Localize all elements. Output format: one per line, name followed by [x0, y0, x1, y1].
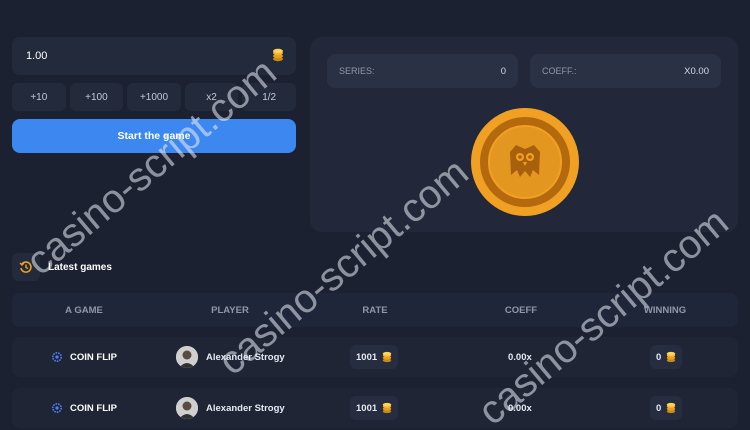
col-rate: RATE [362, 304, 388, 316]
game-name: COIN FLIP [70, 351, 117, 363]
quick-bet-buttons: +10 +100 +1000 x2 1/2 [12, 83, 296, 111]
bet-amount-input[interactable] [26, 50, 226, 62]
game-type-icon [52, 352, 62, 362]
player-cell: Alexander Strogy [176, 337, 285, 377]
history-icon [12, 253, 40, 281]
winning-cell: 0 [650, 337, 683, 377]
table-row: COIN FLIP Alexander Strogy 1001 0.00x 0 [12, 337, 738, 377]
history-table-header: A GAME PLAYER RATE COEFF WINNING [12, 293, 738, 327]
coeff-cell: 0.00x [508, 402, 532, 414]
col-coeff: COEFF [504, 304, 538, 316]
latest-games-header: Latest games [12, 253, 112, 281]
double-bet-button[interactable]: x2 [184, 83, 239, 111]
add-100-button[interactable]: +100 [69, 83, 124, 111]
coin[interactable] [470, 107, 580, 217]
coin-stack-icon [272, 48, 284, 65]
game-panel: SERIES: 0 COEFF.: X0.00 [310, 37, 738, 232]
player-name: Alexander Strogy [206, 402, 285, 414]
owl-coin-icon [471, 108, 579, 216]
avatar [176, 346, 198, 368]
add-1000-button[interactable]: +1000 [127, 83, 181, 111]
col-player: PLAYER [211, 304, 249, 316]
bet-amount-field[interactable] [12, 37, 296, 75]
winning-cell: 0 [650, 388, 683, 428]
game-cell: COIN FLIP [52, 388, 117, 428]
bet-panel: +10 +100 +1000 x2 1/2 Start the game [12, 37, 296, 153]
start-game-button[interactable]: Start the game [12, 119, 296, 153]
player-name: Alexander Strogy [206, 351, 285, 363]
coeff-label: COEFF.: [542, 66, 577, 76]
coeff-box: COEFF.: X0.00 [530, 54, 721, 88]
coin-stack-icon [382, 402, 392, 414]
coin-stack-icon [667, 402, 676, 414]
series-label: SERIES: [339, 66, 375, 76]
half-bet-button[interactable]: 1/2 [242, 83, 296, 111]
series-value: 0 [500, 65, 506, 77]
game-type-icon [52, 403, 62, 413]
col-game: A GAME [65, 304, 103, 316]
col-winning: WINNING [643, 304, 687, 316]
rate-cell: 1001 [350, 337, 399, 377]
winning-value: 0 [656, 402, 662, 414]
avatar [176, 397, 198, 419]
game-cell: COIN FLIP [52, 337, 117, 377]
table-row: COIN FLIP Alexander Strogy 1001 0.00x 0 [12, 388, 738, 428]
rate-cell: 1001 [350, 388, 399, 428]
series-box: SERIES: 0 [327, 54, 518, 88]
rate-value: 1001 [356, 402, 378, 414]
rate-value: 1001 [356, 351, 378, 363]
coin-stack-icon [667, 351, 676, 363]
coeff-value: X0.00 [684, 65, 709, 77]
coeff-cell: 0.00x [508, 351, 532, 363]
coin-stack-icon [382, 351, 392, 363]
game-name: COIN FLIP [70, 402, 117, 414]
winning-value: 0 [656, 351, 662, 363]
player-cell: Alexander Strogy [176, 388, 285, 428]
latest-games-title: Latest games [48, 261, 112, 273]
add-10-button[interactable]: +10 [12, 83, 66, 111]
